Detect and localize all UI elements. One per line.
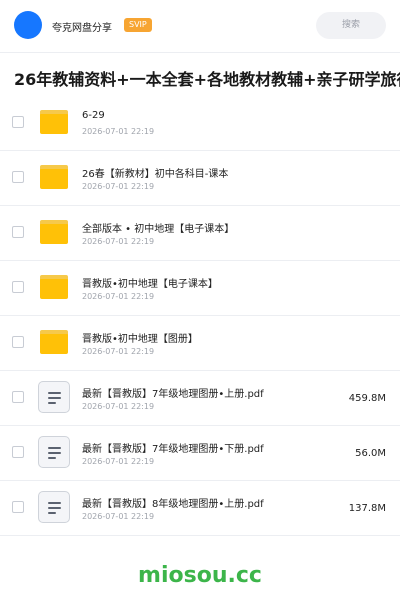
share-title: 26年教辅资料+一本全套+各地教材教辅+亲子研学旅行手册 [14,70,400,89]
file-list: 6-29 2026-07-01 22:19 26春【新教材】初中各科目-课本 2… [0,96,400,536]
item-date: 2026-07-01 22:19 [82,127,155,136]
item-date: 2026-07-01 22:19 [82,512,155,521]
item-name: 6-29 [82,110,105,121]
list-item-file[interactable]: 最新【晋教版】7年级地理图册•上册.pdf 2026-07-01 22:19 4… [0,371,400,426]
row-checkbox[interactable] [12,226,24,238]
item-date: 2026-07-01 22:19 [82,237,155,246]
item-name: 全部版本 • 初中地理【电子课本】 [82,224,235,235]
watermark-text: miosou.cc [138,563,262,588]
item-date: 2026-07-01 22:19 [82,457,155,466]
item-size: 459.8M [348,393,386,404]
item-date: 2026-07-01 22:19 [82,402,155,411]
row-checkbox[interactable] [12,501,24,513]
row-checkbox[interactable] [12,116,24,128]
header-divider [0,52,400,53]
app-header: 夸克网盘分享 SVIP 搜索 [0,0,400,52]
list-item-folder[interactable]: 晋教版•初中地理【图册】 2026-07-01 22:19 [0,316,400,371]
app-name: 夸克网盘分享 [52,23,112,34]
document-icon [38,436,70,468]
list-item-file[interactable]: 最新【晋教版】7年级地理图册•下册.pdf 2026-07-01 22:19 5… [0,426,400,481]
row-checkbox[interactable] [12,446,24,458]
svip-badge: SVIP [124,18,152,32]
folder-icon [40,330,68,354]
avatar[interactable] [14,11,42,39]
document-icon [38,491,70,523]
folder-icon [40,165,68,189]
folder-icon [40,110,68,134]
row-checkbox[interactable] [12,391,24,403]
item-date: 2026-07-01 22:19 [82,292,155,301]
item-name: 26春【新教材】初中各科目-课本 [82,169,229,180]
list-item-folder[interactable]: 6-29 2026-07-01 22:19 [0,96,400,151]
folder-icon [40,220,68,244]
item-date: 2026-07-01 22:19 [82,182,155,191]
item-name: 最新【晋教版】7年级地理图册•下册.pdf [82,444,264,455]
item-name: 晋教版•初中地理【图册】 [82,334,198,345]
document-icon [38,381,70,413]
item-size: 137.8M [348,503,386,514]
search-button[interactable]: 搜索 [316,12,386,39]
list-item-folder[interactable]: 晋教版•初中地理【电子课本】 2026-07-01 22:19 [0,261,400,316]
list-item-folder[interactable]: 26春【新教材】初中各科目-课本 2026-07-01 22:19 [0,151,400,206]
list-item-folder[interactable]: 全部版本 • 初中地理【电子课本】 2026-07-01 22:19 [0,206,400,261]
folder-icon [40,275,68,299]
item-name: 最新【晋教版】8年级地理图册•上册.pdf [82,499,264,510]
item-size: 56.0M [355,448,386,459]
row-checkbox[interactable] [12,336,24,348]
list-item-file[interactable]: 最新【晋教版】8年级地理图册•上册.pdf 2026-07-01 22:19 1… [0,481,400,536]
item-date: 2026-07-01 22:19 [82,347,155,356]
item-name: 最新【晋教版】7年级地理图册•上册.pdf [82,389,264,400]
item-name: 晋教版•初中地理【电子课本】 [82,279,218,290]
row-checkbox[interactable] [12,281,24,293]
row-checkbox[interactable] [12,171,24,183]
